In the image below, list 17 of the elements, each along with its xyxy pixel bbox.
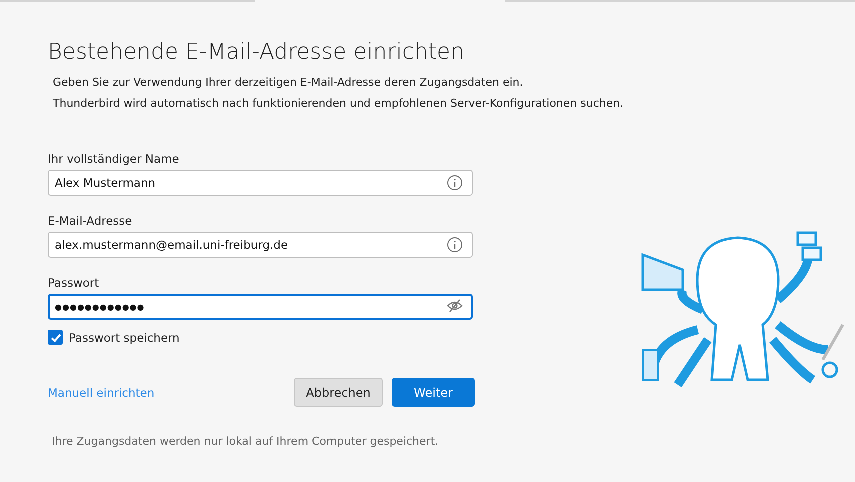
info-icon[interactable] xyxy=(447,175,463,191)
footer-note: Ihre Zugangsdaten werden nur lokal auf Ihrem Computer gespeichert. xyxy=(52,435,440,448)
field-label: E-Mail-Adresse xyxy=(48,214,134,228)
input-field[interactable]: alex.mustermann@email.uni-freiburg.de xyxy=(48,232,473,258)
checkbox-label: Passwort speichern xyxy=(69,330,180,344)
field-label: Passwort xyxy=(48,276,100,290)
input-field[interactable]: Alex Mustermann xyxy=(48,170,473,196)
cancel-button[interactable]: Abbrechen xyxy=(294,378,383,407)
hidden-eye-icon[interactable] xyxy=(447,299,463,313)
checkbox[interactable] xyxy=(48,330,63,345)
continue-button[interactable]: Weiter xyxy=(392,378,475,407)
intro-text: Thunderbird wird automatisch nach funktionierenden und empfohlenen Server-Konfigurationen suchen. xyxy=(53,96,624,112)
field-label: Ihr vollständiger Name xyxy=(48,152,180,166)
input-field[interactable]: ●●●●●●●●●●●● xyxy=(48,294,473,320)
page-title: Bestehende E-Mail-Adresse einrichten xyxy=(48,40,466,65)
info-icon[interactable] xyxy=(447,237,463,253)
intro-text: Geben Sie zur Verwendung Ihrer derzeitigen E-Mail-Adresse deren Zugangsdaten ein. xyxy=(53,75,524,91)
